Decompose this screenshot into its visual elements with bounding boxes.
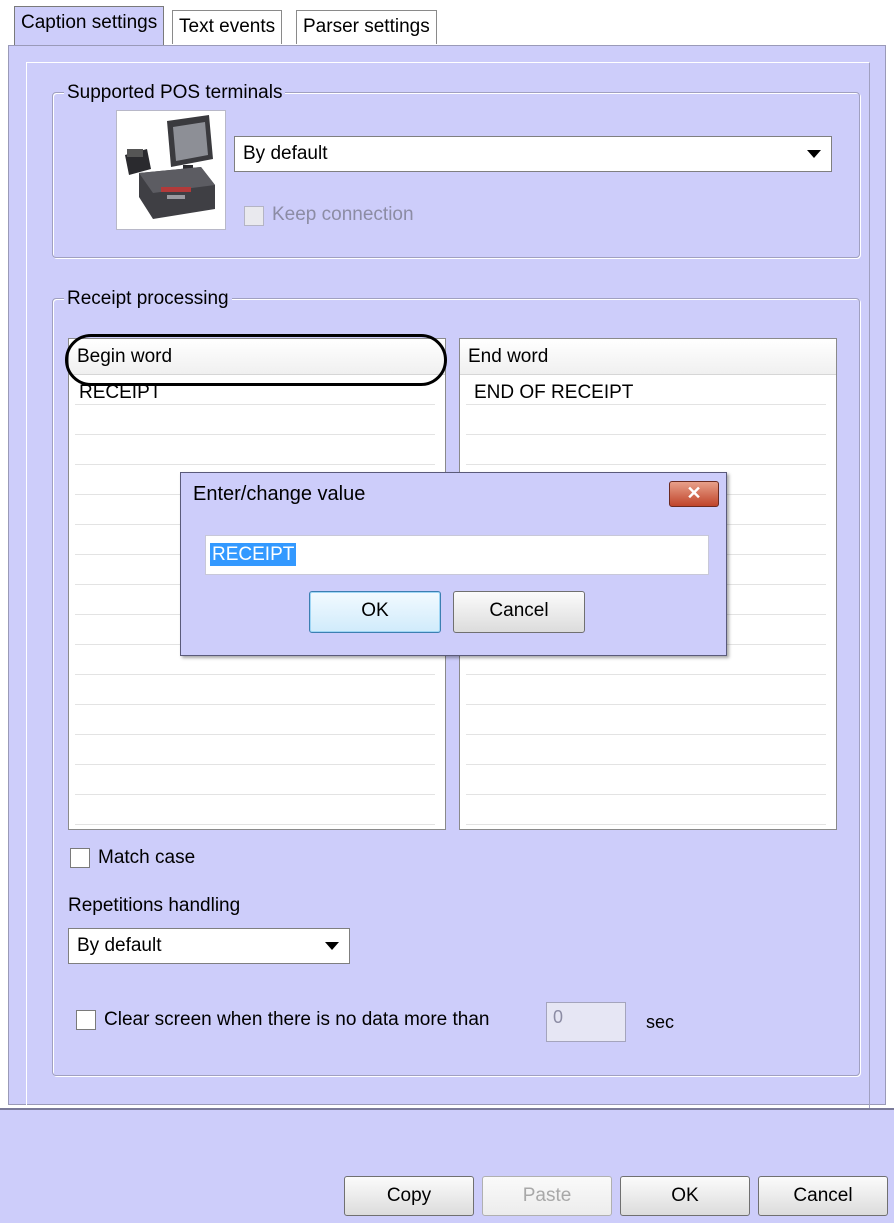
value-input[interactable]: RECEIPT bbox=[205, 535, 709, 575]
ok-button[interactable]: OK bbox=[620, 1176, 750, 1216]
annotation-oval bbox=[65, 334, 447, 386]
paste-button[interactable]: Paste bbox=[482, 1176, 612, 1216]
clear-screen-seconds-input[interactable]: 0 bbox=[546, 1002, 626, 1042]
dialog-cancel-button[interactable]: Cancel bbox=[453, 591, 585, 633]
pos-terminal-image bbox=[116, 110, 226, 230]
repetitions-handling-label: Repetitions handling bbox=[68, 895, 241, 916]
clear-screen-checkbox[interactable] bbox=[76, 1010, 96, 1030]
match-case-checkbox[interactable] bbox=[70, 848, 90, 868]
selected-text: RECEIPT bbox=[210, 543, 297, 566]
keep-connection-checkbox[interactable] bbox=[244, 206, 264, 226]
tab-text-events[interactable]: Text events bbox=[172, 10, 283, 44]
pos-terminal-select-value: By default bbox=[243, 143, 328, 164]
tab-strip: Caption settings Text events Parser sett… bbox=[0, 0, 894, 50]
seconds-unit-label: sec bbox=[646, 1012, 675, 1032]
repetitions-handling-value: By default bbox=[77, 935, 162, 956]
cancel-button[interactable]: Cancel bbox=[758, 1176, 888, 1216]
end-word-column-header[interactable]: End word bbox=[460, 339, 836, 375]
pos-terminal-illustration bbox=[123, 111, 225, 229]
repetitions-handling-select[interactable]: By default bbox=[68, 928, 350, 964]
end-word-row[interactable]: END OF RECEIPT bbox=[474, 381, 633, 405]
copy-button[interactable]: Copy bbox=[344, 1176, 474, 1216]
dialog-ok-button[interactable]: OK bbox=[309, 591, 441, 633]
pos-terminals-legend: Supported POS terminals bbox=[64, 82, 286, 104]
enter-change-value-dialog: Enter/change value ✕ RECEIPT OK Cancel bbox=[180, 472, 727, 656]
tab-parser-settings[interactable]: Parser settings bbox=[296, 10, 437, 44]
chevron-down-icon bbox=[325, 942, 339, 950]
chevron-down-icon bbox=[807, 150, 821, 158]
receipt-processing-legend: Receipt processing bbox=[64, 288, 232, 310]
tab-caption-settings[interactable]: Caption settings bbox=[14, 6, 165, 46]
close-icon[interactable]: ✕ bbox=[669, 481, 719, 507]
pos-terminal-select[interactable]: By default bbox=[234, 136, 832, 172]
match-case-label: Match case bbox=[98, 847, 196, 868]
clear-screen-label: Clear screen when there is no data more … bbox=[104, 1009, 490, 1030]
keep-connection-label: Keep connection bbox=[272, 204, 414, 225]
dialog-title: Enter/change value bbox=[193, 483, 366, 505]
